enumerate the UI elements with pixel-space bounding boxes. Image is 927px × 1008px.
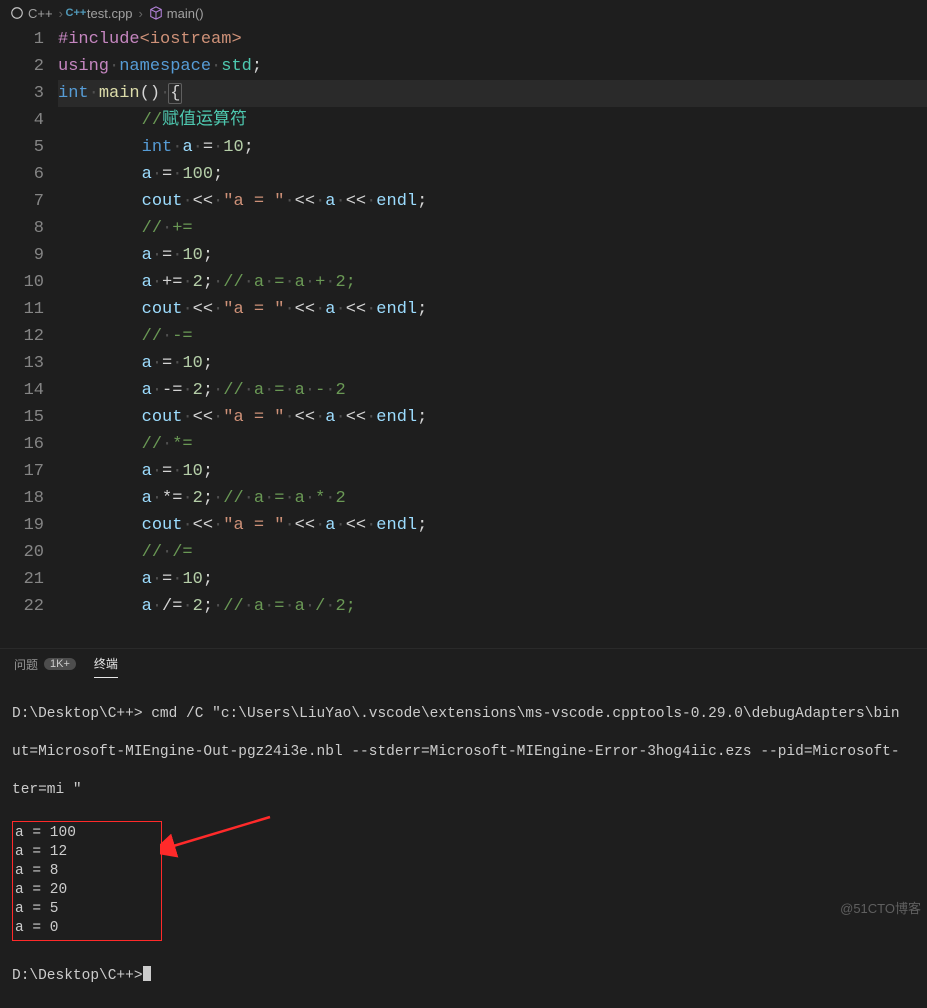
terminal-line: ter=mi " [12, 781, 915, 800]
output-line: a = 0 [15, 919, 155, 938]
cube-icon [149, 6, 163, 20]
problems-badge: 1K+ [44, 658, 76, 670]
terminal[interactable]: D:\Desktop\C++> cmd /C "c:\Users\LiuYao\… [0, 678, 927, 1008]
panel-tabs: 问题 1K+ 终端 [0, 648, 927, 678]
crumb-label: main() [167, 6, 204, 21]
output-line: a = 100 [15, 824, 155, 843]
tab-terminal[interactable]: 终端 [94, 649, 118, 678]
folder-icon [10, 6, 24, 20]
crumb-label: C++ [28, 6, 53, 21]
chevron-right-icon: › [59, 6, 63, 21]
tab-problems[interactable]: 问题 1K+ [14, 650, 76, 678]
tab-label: 问题 [14, 656, 38, 673]
output-line: a = 5 [15, 900, 155, 919]
cpp-file-icon: C++ [69, 6, 83, 20]
code-editor[interactable]: 12345678910111213141516171819202122 #inc… [0, 26, 927, 648]
crumb-file[interactable]: C++ test.cpp [69, 6, 133, 21]
terminal-line: ut=Microsoft-MIEngine-Out-pgz24i3e.nbl -… [12, 743, 915, 762]
terminal-cursor [143, 966, 151, 981]
output-line: a = 8 [15, 862, 155, 881]
tab-label: 终端 [94, 655, 118, 672]
crumb-label: test.cpp [87, 6, 133, 21]
terminal-prompt: D:\Desktop\C++> [12, 966, 915, 986]
code-area[interactable]: #include<iostream>using·namespace·std;in… [58, 26, 927, 648]
annotation-arrow [160, 812, 280, 872]
line-gutter: 12345678910111213141516171819202122 [0, 26, 58, 648]
terminal-output-box: a = 100a = 12a = 8a = 20a = 5a = 0 [12, 821, 162, 941]
output-line: a = 20 [15, 881, 155, 900]
crumb-folder[interactable]: C++ [10, 6, 53, 21]
breadcrumb: C++ › C++ test.cpp › main() [0, 0, 927, 26]
chevron-right-icon: › [138, 6, 142, 21]
crumb-symbol[interactable]: main() [149, 6, 204, 21]
output-line: a = 12 [15, 843, 155, 862]
watermark: @51CTO博客 [840, 898, 921, 917]
terminal-line: D:\Desktop\C++> cmd /C "c:\Users\LiuYao\… [12, 705, 915, 724]
